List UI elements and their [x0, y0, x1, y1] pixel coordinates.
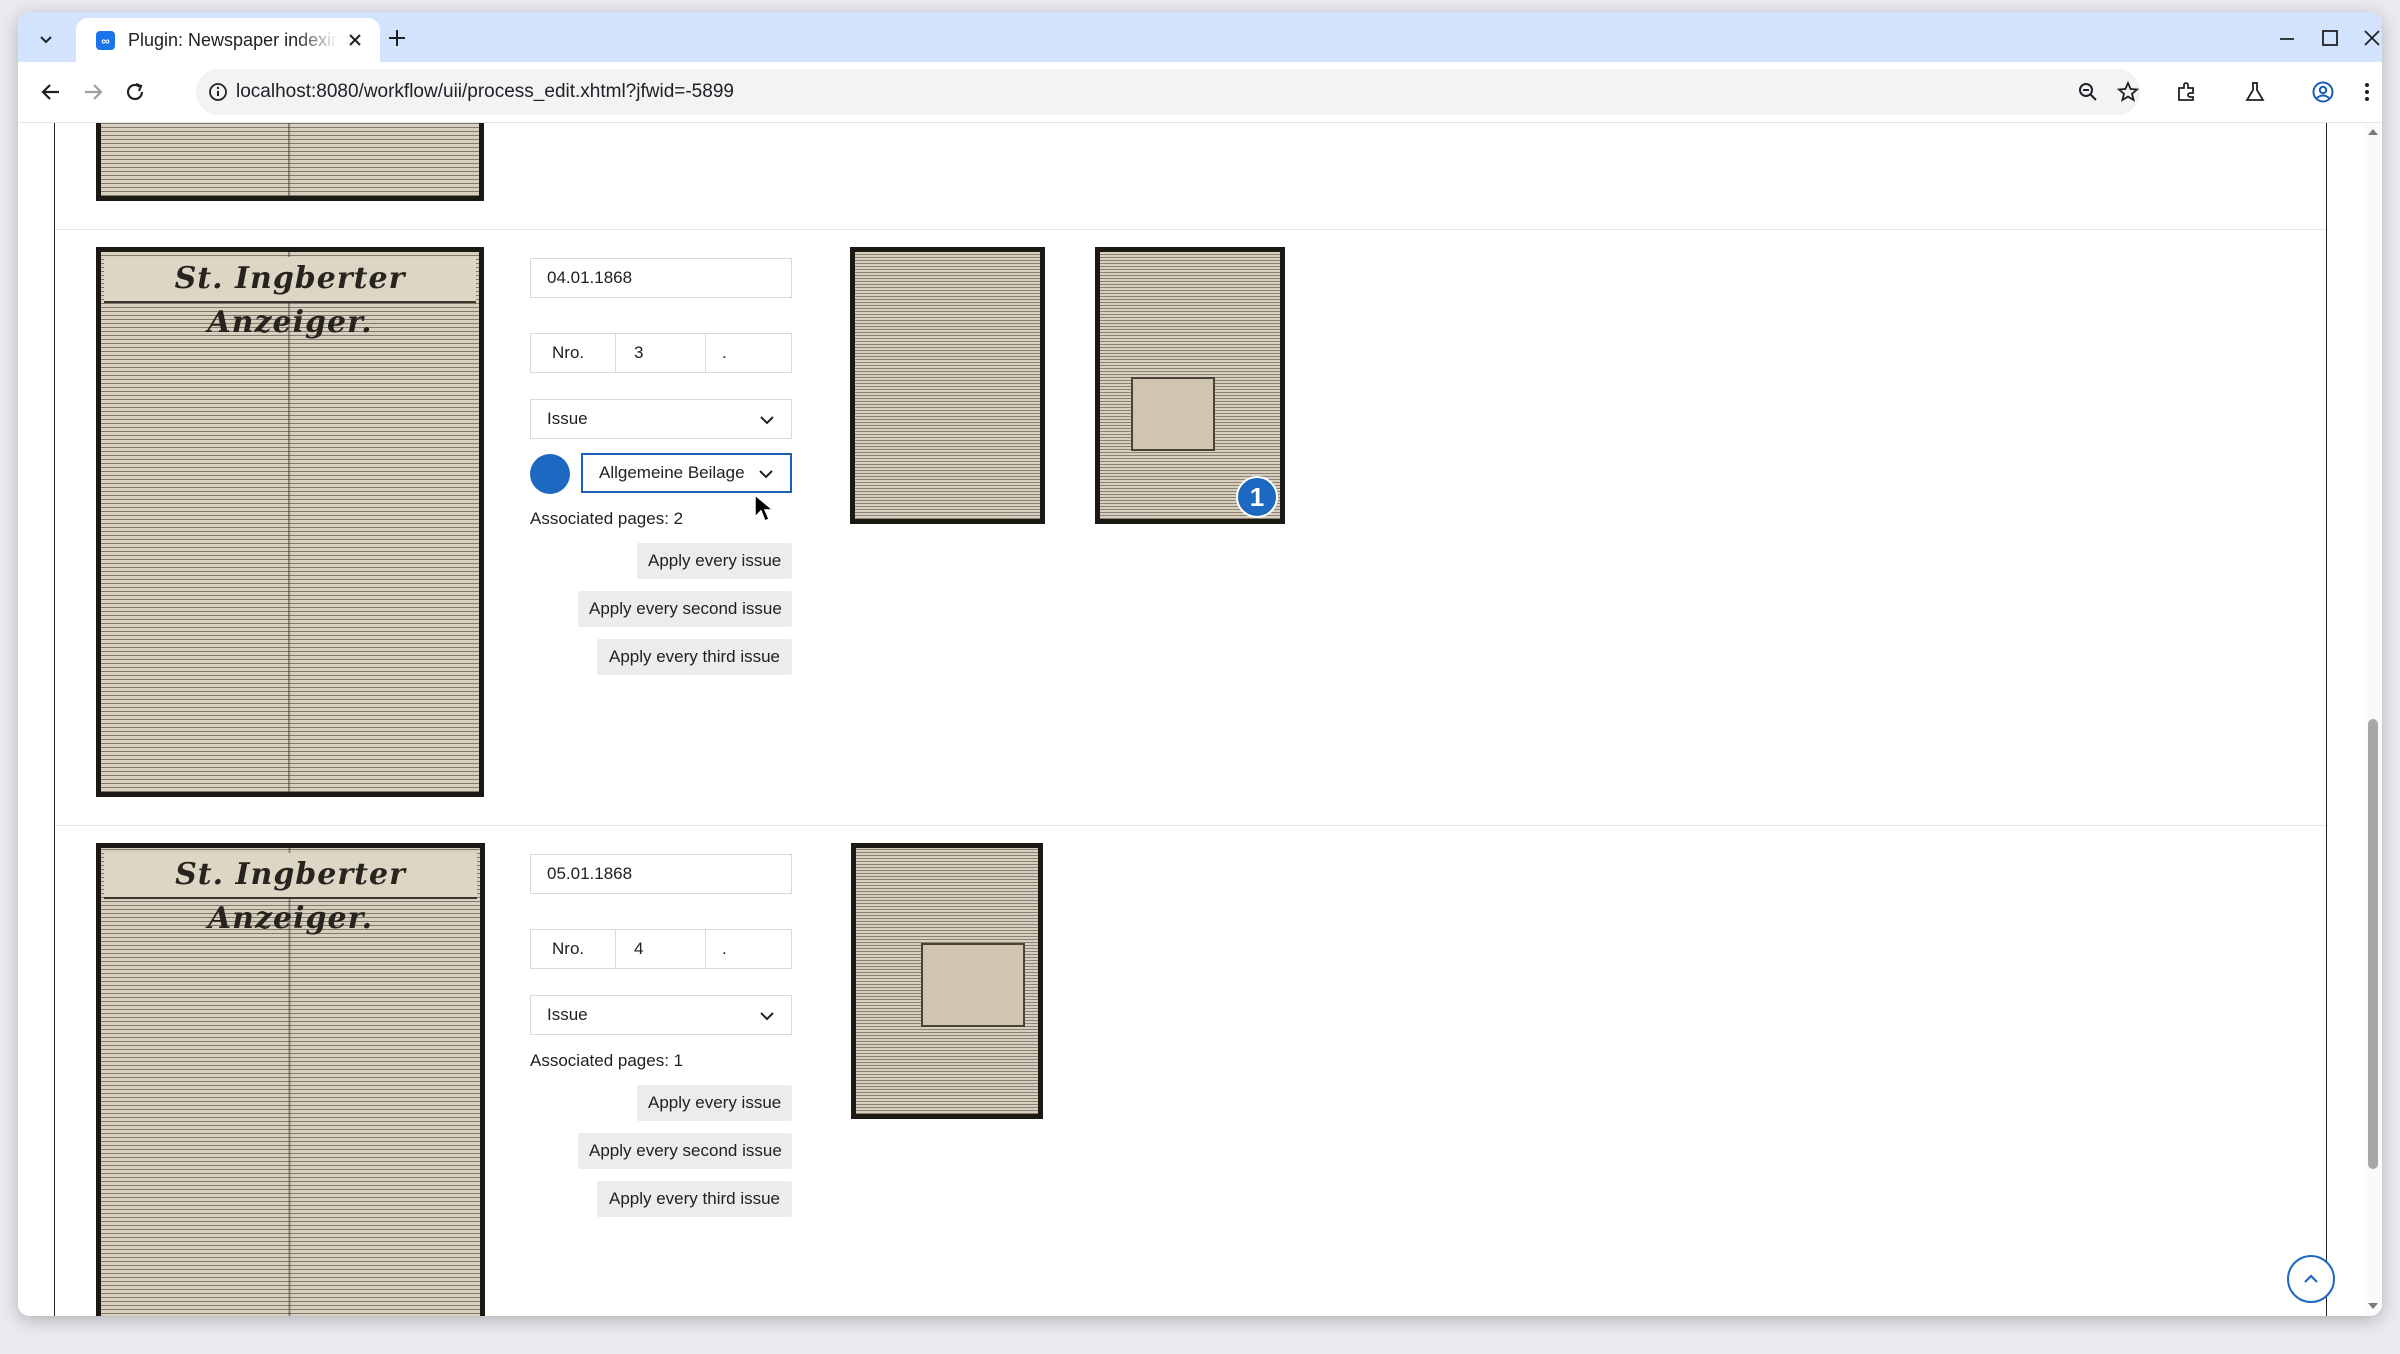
supplement-page-badge: 1: [1236, 476, 1278, 518]
masthead: St. Ingberter Anzeiger.: [104, 257, 476, 340]
date-field[interactable]: 05.01.1868: [530, 854, 792, 894]
close-icon[interactable]: [344, 29, 366, 51]
issue-previous-image[interactable]: [96, 123, 484, 201]
issue-number-group: Nro. 4 .: [530, 929, 792, 969]
tab-title: Plugin: Newspaper indexing: [128, 30, 338, 50]
page-viewport: St. Ingberter Anzeiger. 04.01.1868 Nro. …: [18, 123, 2382, 1316]
associated-page-thumbnail[interactable]: [850, 247, 1045, 524]
issue-number-group: Nro. 3 .: [530, 333, 792, 373]
browser-window: ∞ Plugin: Newspaper indexing localhost:8…: [18, 12, 2382, 1316]
row-divider: [56, 229, 2326, 230]
page-scan: [101, 123, 479, 196]
maximize-icon[interactable]: [2318, 26, 2342, 50]
date-field[interactable]: 04.01.1868: [530, 258, 792, 298]
forward-icon[interactable]: [80, 79, 106, 105]
scroll-up-arrow-icon[interactable]: [2367, 127, 2379, 137]
vertical-scrollbar[interactable]: [2364, 123, 2382, 1316]
tab-search-button[interactable]: [31, 24, 61, 54]
back-to-top-button[interactable]: [2287, 1255, 2335, 1303]
chevron-down-icon: [759, 470, 773, 479]
apply-every-third-issue-button[interactable]: Apply every third issue: [597, 1181, 792, 1217]
chevron-down-icon: [760, 1012, 774, 1021]
window-close-icon[interactable]: [2360, 26, 2382, 50]
tab-active[interactable]: ∞ Plugin: Newspaper indexing: [76, 18, 380, 62]
scroll-down-arrow-icon[interactable]: [2367, 1301, 2379, 1311]
nro-label: Nro.: [530, 333, 616, 373]
issue-type-select[interactable]: Issue: [530, 399, 792, 439]
nro-label: Nro.: [530, 929, 616, 969]
labs-flask-icon[interactable]: [2242, 79, 2268, 105]
page-inset: [1131, 377, 1215, 451]
apply-every-third-issue-button[interactable]: Apply every third issue: [597, 639, 792, 675]
supplement-type-value: Allgemeine Beilage: [599, 463, 744, 482]
issue-front-page[interactable]: St. Ingberter Anzeiger.: [96, 843, 485, 1316]
page-scan: [855, 252, 1040, 519]
zoom-icon[interactable]: [2076, 80, 2100, 104]
issue-type-value: Issue: [547, 1005, 588, 1024]
issue-front-page[interactable]: St. Ingberter Anzeiger.: [96, 247, 484, 797]
chevron-down-icon: [40, 36, 52, 44]
new-tab-icon[interactable]: [385, 26, 409, 50]
chevron-down-icon: [760, 416, 774, 425]
supplement-type-select[interactable]: Allgemeine Beilage: [581, 453, 792, 493]
associated-page-thumbnail[interactable]: 1: [1095, 247, 1285, 524]
issue-type-select[interactable]: Issue: [530, 995, 792, 1035]
issue-list: St. Ingberter Anzeiger. 04.01.1868 Nro. …: [54, 123, 2327, 1316]
row-divider: [56, 825, 2326, 826]
issue-number-suffix-input[interactable]: .: [705, 333, 792, 373]
page-inset: [921, 943, 1025, 1027]
browser-toolbar: localhost:8080/workflow/uii/process_edit…: [18, 62, 2382, 123]
scrollbar-thumb[interactable]: [2368, 719, 2378, 1169]
bookmark-star-icon[interactable]: [2116, 80, 2140, 104]
tab-strip: ∞ Plugin: Newspaper indexing: [18, 12, 2382, 62]
reload-icon[interactable]: [122, 79, 148, 105]
site-info-icon[interactable]: [207, 81, 229, 103]
extensions-icon[interactable]: [2174, 79, 2200, 105]
associated-pages-count: Associated pages: 2: [530, 509, 684, 528]
associated-pages-count: Associated pages: 1: [530, 1051, 684, 1070]
issue-type-value: Issue: [547, 409, 588, 428]
minimize-icon[interactable]: [2275, 26, 2299, 50]
supplement-color-indicator: [530, 454, 570, 494]
back-icon[interactable]: [38, 79, 64, 105]
apply-every-issue-button[interactable]: Apply every issue: [637, 1085, 792, 1121]
chevron-up-icon: [2304, 1274, 2318, 1283]
apply-every-issue-button[interactable]: Apply every issue: [637, 543, 792, 579]
address-bar[interactable]: localhost:8080/workflow/uii/process_edit…: [196, 69, 2140, 115]
apply-every-second-issue-button[interactable]: Apply every second issue: [578, 1133, 792, 1169]
apply-every-second-issue-button[interactable]: Apply every second issue: [578, 591, 792, 627]
profile-icon[interactable]: [2310, 79, 2336, 105]
mouse-cursor-icon: [754, 493, 775, 523]
url-text[interactable]: localhost:8080/workflow/uii/process_edit…: [236, 81, 734, 103]
favicon-icon: ∞: [96, 31, 115, 50]
issue-number-suffix-input[interactable]: .: [705, 929, 792, 969]
issue-number-input[interactable]: 4: [615, 929, 706, 969]
masthead: St. Ingberter Anzeiger.: [104, 853, 477, 936]
associated-page-thumbnail[interactable]: [851, 843, 1043, 1119]
issue-number-input[interactable]: 3: [615, 333, 706, 373]
menu-kebab-icon[interactable]: [2354, 79, 2380, 105]
